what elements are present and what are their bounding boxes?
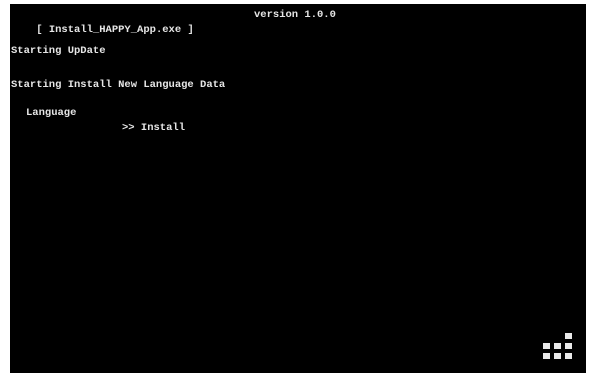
console-window: [ Install_HAPPY_App.exe ] version 1.0.0 …: [10, 4, 586, 373]
window-title: [ Install_HAPPY_App.exe ]: [36, 24, 194, 36]
loader-dot: [543, 353, 550, 359]
loading-dots-icon: [543, 333, 572, 359]
loader-dot: [565, 333, 572, 339]
version-label: version 1.0.0: [254, 9, 336, 21]
loader-dot: [565, 343, 572, 349]
loader-dot: [554, 343, 561, 349]
title-line: [ Install_HAPPY_App.exe ] version 1.0.0: [11, 8, 336, 68]
language-label: Language: [26, 107, 77, 119]
loader-dot: [565, 353, 572, 359]
language-status: >> Install: [122, 122, 186, 134]
log-line-update: Starting UpDate: [11, 45, 106, 57]
loader-dot: [554, 353, 561, 359]
log-line-language: Language >> Install: [11, 91, 411, 134]
loader-dot: [543, 343, 550, 349]
